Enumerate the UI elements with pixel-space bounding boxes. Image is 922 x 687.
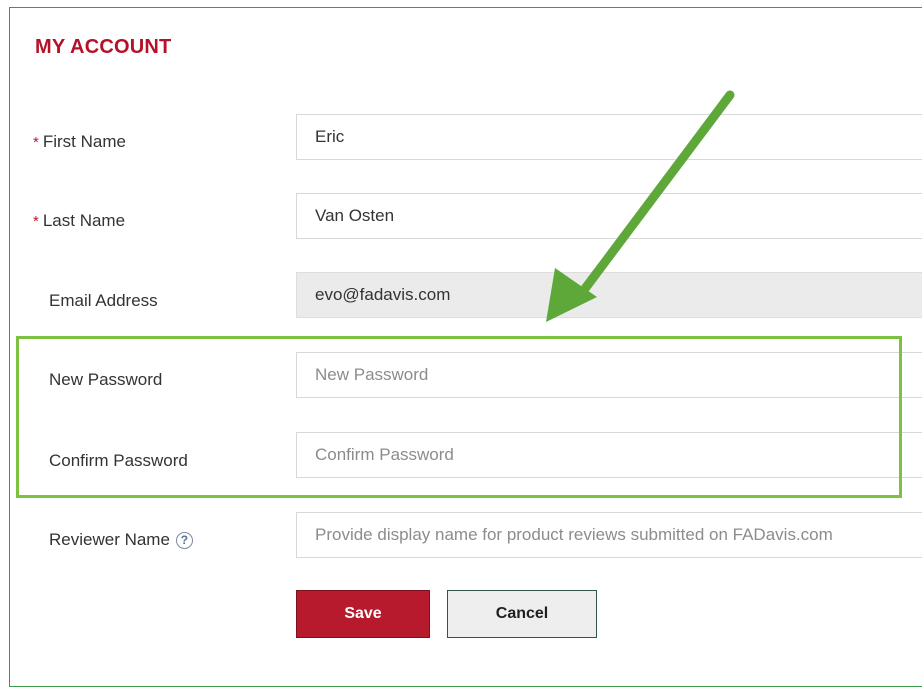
page-title: MY ACCOUNT	[35, 36, 172, 58]
reviewer-name-label: Reviewer Name	[49, 530, 170, 549]
first-name-field[interactable]	[296, 114, 922, 160]
last-name-label-group: * Last Name	[33, 211, 125, 231]
last-name-label: Last Name	[42, 211, 126, 230]
save-button[interactable]: Save	[296, 590, 430, 638]
cancel-button[interactable]: Cancel	[447, 590, 597, 638]
confirm-password-field[interactable]	[296, 432, 922, 478]
confirm-password-label: Confirm Password	[49, 451, 188, 470]
page-frame	[9, 7, 922, 687]
last-name-field[interactable]	[296, 193, 922, 239]
reviewer-name-label-group: Reviewer Name?	[49, 530, 193, 550]
reviewer-name-field[interactable]	[296, 512, 922, 558]
help-icon[interactable]: ?	[175, 532, 193, 549]
new-password-field[interactable]	[296, 352, 922, 398]
new-password-label: New Password	[49, 370, 163, 389]
email-label: Email Address	[49, 291, 158, 310]
email-field	[296, 272, 922, 318]
required-marker: *	[33, 134, 39, 151]
required-marker: *	[33, 213, 39, 230]
first-name-label: First Name	[42, 132, 126, 151]
first-name-label-group: * First Name	[33, 132, 126, 152]
